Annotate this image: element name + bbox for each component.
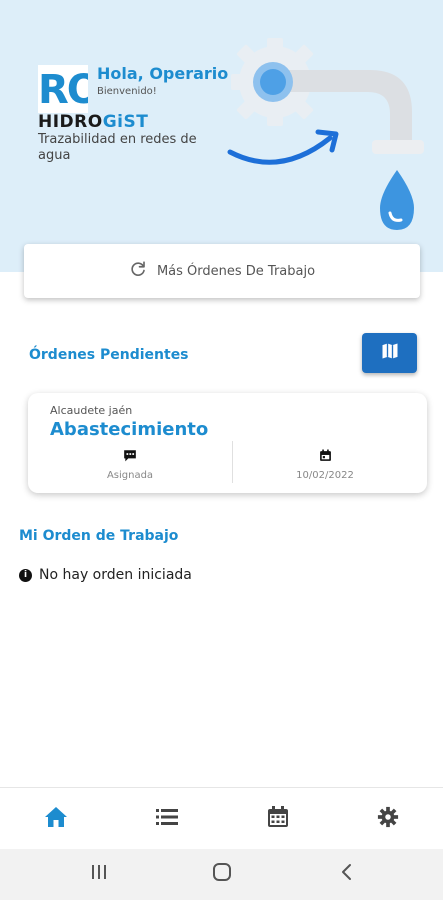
app-logo: ROG — [38, 65, 88, 113]
nav-list[interactable] — [154, 807, 180, 831]
greeting-text: Hola, Operario — [97, 64, 229, 83]
comment-icon — [123, 447, 137, 466]
recents-button[interactable] — [86, 862, 112, 886]
brand-name: HIDROGiST — [38, 112, 149, 132]
pending-order-card[interactable]: Alcaudete jaén Abastecimiento Asignada 1… — [28, 393, 427, 493]
more-orders-button[interactable]: Más Órdenes De Trabajo — [24, 244, 420, 298]
home-icon — [44, 806, 68, 832]
app-screen: ROG Hola, Operario Bienvenido! HIDROGiST… — [0, 0, 443, 900]
faucet-illustration — [227, 38, 424, 230]
list-icon — [156, 808, 178, 830]
welcome-text: Bienvenido! — [97, 86, 157, 97]
my-order-title: Mi Orden de Trabajo — [19, 528, 179, 544]
back-icon — [339, 863, 353, 885]
no-order-text: No hay orden iniciada — [39, 567, 192, 583]
nav-settings[interactable] — [375, 806, 401, 832]
pending-orders-title: Órdenes Pendientes — [29, 347, 189, 363]
brand-tagline: Trazabilidad en redes de agua — [38, 132, 197, 163]
system-home-button[interactable] — [209, 862, 235, 886]
system-back-button[interactable] — [333, 862, 359, 886]
calendar-icon — [319, 447, 332, 466]
order-type: Abastecimiento — [50, 419, 209, 440]
no-order-message: i No hay orden iniciada — [19, 567, 192, 583]
order-date-text: 10/02/2022 — [296, 470, 354, 481]
map-button[interactable] — [362, 333, 417, 373]
recents-icon — [90, 864, 108, 884]
gear-icon — [377, 806, 399, 832]
order-date: 10/02/2022 — [223, 447, 427, 481]
bottom-navigation — [0, 787, 443, 849]
more-orders-label: Más Órdenes De Trabajo — [156, 263, 316, 279]
calendar-icon — [267, 806, 289, 832]
nav-home[interactable] — [43, 807, 69, 831]
map-icon — [380, 341, 400, 365]
nav-calendar[interactable] — [265, 806, 291, 832]
order-status: Asignada — [28, 447, 232, 481]
order-location: Alcaudete jaén — [50, 404, 133, 417]
system-navigation-bar — [0, 849, 443, 900]
refresh-icon — [129, 260, 147, 282]
order-status-text: Asignada — [106, 470, 154, 481]
header-banner: ROG Hola, Operario Bienvenido! HIDROGiST… — [0, 0, 443, 272]
home-circle-icon — [212, 862, 232, 886]
info-icon: i — [19, 568, 32, 582]
